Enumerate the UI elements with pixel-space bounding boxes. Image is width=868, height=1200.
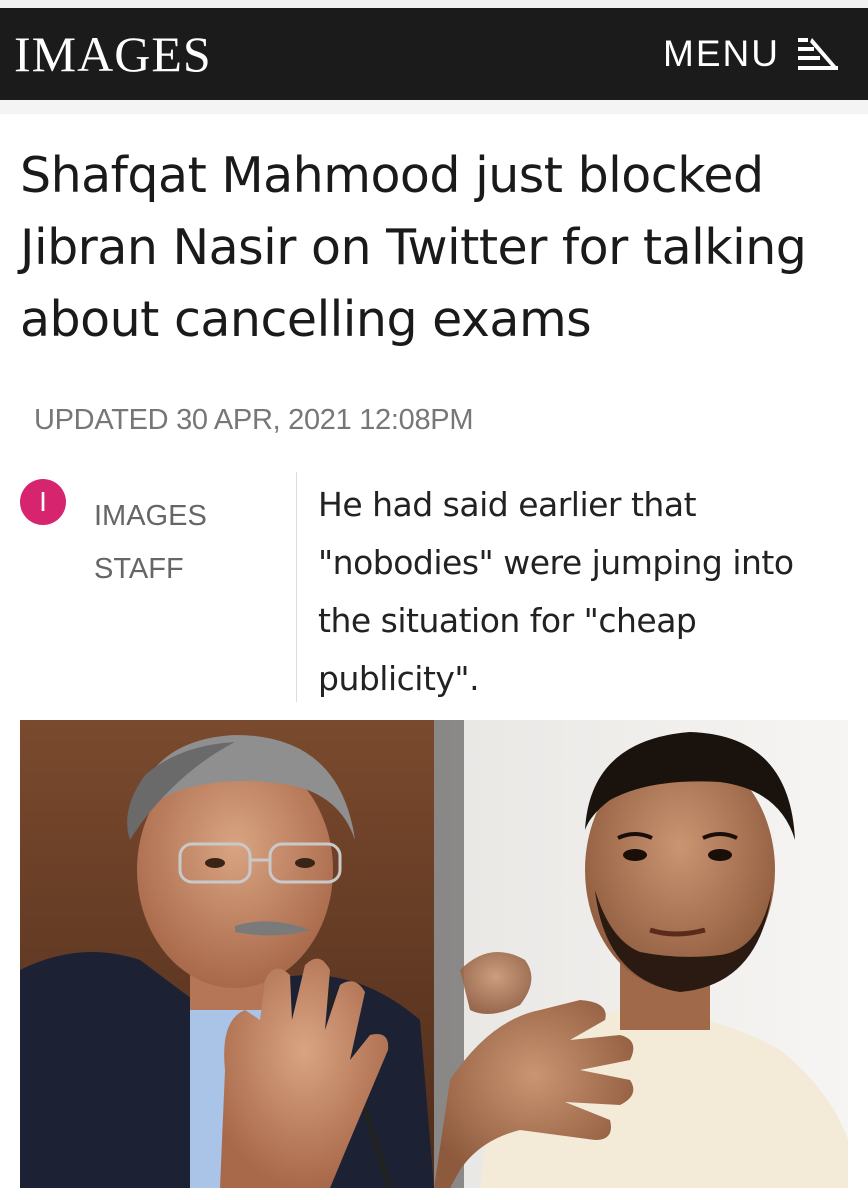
updated-timestamp: UPDATED 30 APR, 2021 12:08PM <box>34 404 474 436</box>
menu-icon <box>798 38 838 70</box>
site-logo[interactable]: IMAGES <box>14 29 212 79</box>
bottom-strip <box>0 1188 868 1200</box>
article-photo <box>20 720 848 1188</box>
menu-label: MENU <box>663 33 780 74</box>
article-headline: Shafqat Mahmood just blocked Jibran Nasi… <box>20 147 807 348</box>
header-shadow-bar <box>0 100 868 114</box>
author-name[interactable]: IMAGES STAFF <box>94 490 264 596</box>
meta-divider <box>296 472 297 702</box>
article-page: IMAGES MENU Shafqat Mahmood just blocked… <box>0 0 868 1200</box>
article-photo-illustration <box>20 720 848 1188</box>
article-excerpt: He had said earlier that "nobodies" were… <box>318 485 794 698</box>
top-strip <box>0 0 868 8</box>
author-avatar: I <box>20 479 66 525</box>
menu-button[interactable]: MENU <box>663 33 840 75</box>
author-block[interactable]: I IMAGES STAFF <box>20 476 290 706</box>
site-header: IMAGES MENU <box>0 8 868 100</box>
